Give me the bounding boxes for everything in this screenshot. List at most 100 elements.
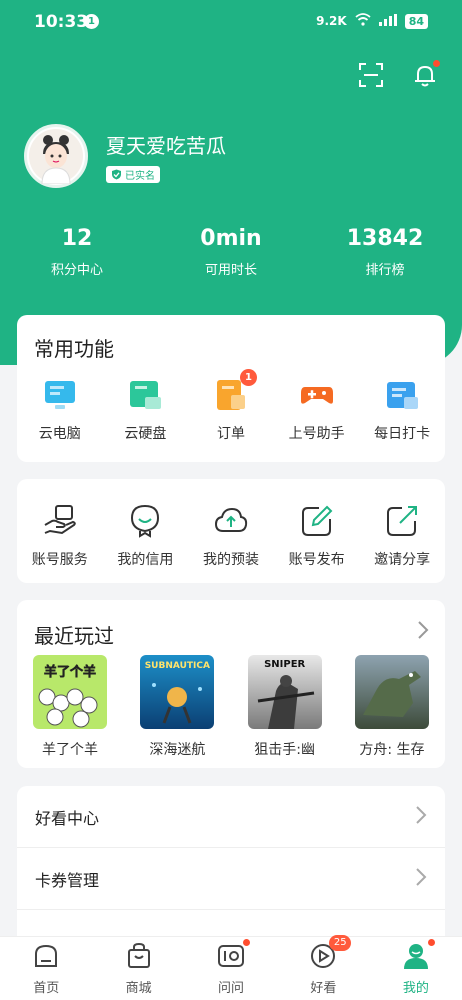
tab-label: 我的 <box>402 981 429 996</box>
menu-card: 好看中心 卡券管理 <box>17 786 445 946</box>
stat-leaderboard[interactable]: 13842 排行榜 <box>308 226 462 278</box>
username: 夏天爱吃苦瓜 <box>106 134 226 158</box>
game-sniper[interactable]: SNIPER 狙击手:幽 <box>247 655 323 759</box>
share-icon <box>384 503 420 539</box>
stat-value: 0min <box>200 226 262 251</box>
bell-icon[interactable] <box>410 60 440 90</box>
function-daily-checkin[interactable]: 每日打卡 <box>359 377 445 443</box>
game-label: 羊了个羊 <box>42 742 98 758</box>
game-label: 方舟: 生存 <box>359 742 425 758</box>
function-cloud-pc[interactable]: 云电脑 <box>17 377 103 443</box>
function-label: 每日打卡 <box>374 426 431 442</box>
game-ark[interactable]: 方舟: 生存 <box>354 655 430 759</box>
tab-label: 商城 <box>125 981 152 996</box>
game-cover: SNIPER <box>247 655 322 729</box>
game-cover: 羊了个羊 <box>33 655 107 729</box>
status-bar: 10:33 1 9.2K 84 <box>0 0 462 46</box>
order-badge: 1 <box>239 369 257 386</box>
cloud-disk-icon <box>127 377 163 413</box>
service-label: 账号发布 <box>288 552 345 568</box>
game-label: 狙击手:幽 <box>254 742 316 758</box>
game-cover: SUBNAUTICA <box>140 655 215 729</box>
service-preinstall[interactable]: 我的预装 <box>188 503 274 569</box>
home-icon <box>31 941 61 975</box>
cloud-upload-icon <box>213 503 249 539</box>
stat-label: 积分中心 <box>50 263 103 278</box>
function-label: 云硬盘 <box>124 426 167 442</box>
tab-ask[interactable]: 问问 <box>185 937 277 1000</box>
tab-badge: 25 <box>329 935 352 951</box>
edit-icon <box>299 503 335 539</box>
wifi-icon <box>355 13 371 29</box>
chevron-right-icon[interactable] <box>417 620 429 644</box>
service-label: 我的预装 <box>202 552 259 568</box>
chevron-right-icon <box>415 805 427 829</box>
function-login-assistant[interactable]: 上号助手 <box>274 377 360 443</box>
tab-label: 问问 <box>218 981 245 996</box>
bottom-tab-bar: 首页 商城 问问 25 好看 我的 <box>0 935 462 1000</box>
tab-notification-dot <box>242 939 250 946</box>
service-label: 账号服务 <box>31 552 88 568</box>
cloud-pc-icon <box>42 377 78 413</box>
header-actions <box>356 60 440 90</box>
menu-item-good-center[interactable]: 好看中心 <box>17 786 445 848</box>
service-account[interactable]: 账号服务 <box>17 503 103 569</box>
service-credit[interactable]: 我的信用 <box>103 503 189 569</box>
checkin-icon <box>384 377 420 413</box>
tab-home[interactable]: 首页 <box>0 937 92 1000</box>
user-icon <box>401 941 431 975</box>
chevron-right-icon <box>415 867 427 891</box>
gamepad-icon <box>299 377 335 413</box>
service-account-publish[interactable]: 账号发布 <box>274 503 360 569</box>
tab-notification-dot <box>427 939 435 946</box>
ask-icon <box>216 941 246 975</box>
stat-points[interactable]: 12 积分中心 <box>0 226 154 278</box>
network-speed: 9.2K <box>316 14 347 28</box>
function-label: 云电脑 <box>38 426 81 442</box>
service-invite-share[interactable]: 邀请分享 <box>359 503 445 569</box>
credit-icon <box>127 503 163 539</box>
status-indicators: 9.2K 84 <box>316 13 428 29</box>
menu-label: 卡券管理 <box>35 870 100 890</box>
account-service-icon <box>42 503 78 539</box>
stat-label: 排行榜 <box>365 263 405 278</box>
stat-value: 12 <box>61 226 93 251</box>
stats-row: 12 积分中心 0min 可用时长 13842 排行榜 <box>0 226 462 278</box>
game-sheep[interactable]: 羊了个羊 羊了个羊 <box>32 655 108 759</box>
signal-icon <box>378 13 397 29</box>
section-title: 常用功能 <box>34 337 114 361</box>
menu-label: 好看中心 <box>35 808 100 828</box>
tab-mall[interactable]: 商城 <box>92 937 184 1000</box>
function-label: 订单 <box>216 426 245 442</box>
menu-item-coupon-management[interactable]: 卡券管理 <box>17 848 445 910</box>
tab-label: 好看 <box>310 981 337 996</box>
services-card: 账号服务 我的信用 我的预装 账号发布 邀请分享 <box>17 479 445 583</box>
battery-indicator: 84 <box>404 13 428 29</box>
stat-label: 可用时长 <box>204 263 257 278</box>
function-cloud-disk[interactable]: 云硬盘 <box>103 377 189 443</box>
service-label: 邀请分享 <box>374 552 431 568</box>
common-functions-card: 常用功能 云电脑 云硬盘 1 订单 上号助手 每日打卡 <box>17 315 445 462</box>
avatar[interactable] <box>24 124 88 188</box>
profile-section[interactable]: 夏天爱吃苦瓜 已实名 <box>24 124 226 188</box>
section-title: 最近玩过 <box>34 624 114 648</box>
status-notification-count: 1 <box>84 14 99 29</box>
order-icon: 1 <box>213 369 257 413</box>
function-order[interactable]: 1 订单 <box>188 369 274 443</box>
function-label: 上号助手 <box>288 426 345 442</box>
stat-available-time[interactable]: 0min 可用时长 <box>154 226 308 278</box>
stat-value: 13842 <box>346 226 424 251</box>
verified-label: 已实名 <box>125 171 155 182</box>
shopping-bag-icon <box>124 941 154 975</box>
verified-badge: 已实名 <box>106 166 160 183</box>
game-cover <box>354 655 429 729</box>
game-subnautica[interactable]: SUBNAUTICA 深海迷航 <box>139 655 215 759</box>
recent-played-card: 最近玩过 羊了个羊 羊了个羊 SUBNAUTICA 深海迷航 SNIPER 狙击… <box>17 600 445 768</box>
game-cover-art <box>362 671 421 717</box>
tab-mine[interactable]: 我的 <box>370 937 462 1000</box>
scan-icon[interactable] <box>356 60 386 90</box>
tab-label: 首页 <box>33 981 60 996</box>
service-label: 我的信用 <box>117 552 174 568</box>
status-time: 10:33 <box>34 12 89 32</box>
tab-haokan[interactable]: 25 好看 <box>277 935 369 1000</box>
